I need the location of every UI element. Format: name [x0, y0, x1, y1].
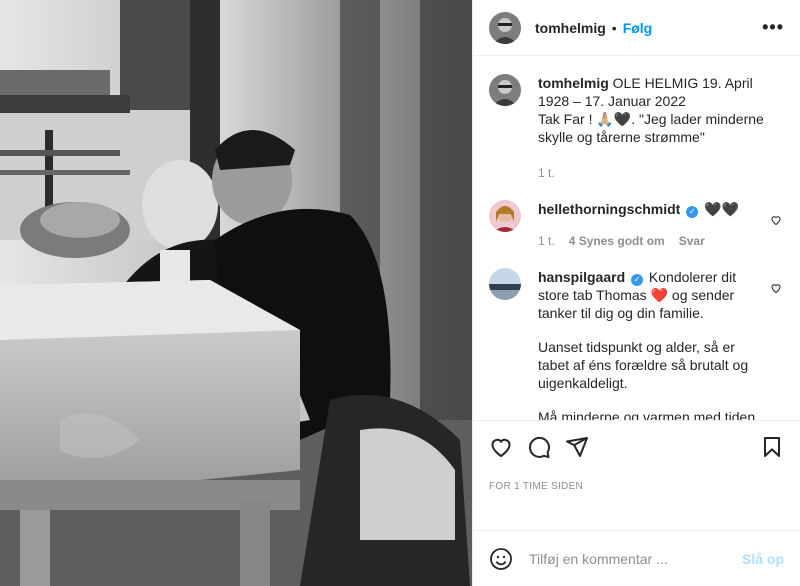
post-side-panel: tomhelmig • Følg ••• tomhelmig OLE HELMI…: [472, 0, 800, 586]
comments-list[interactable]: tomhelmig OLE HELMIG 19. April 1928 – 17…: [473, 56, 800, 420]
comment-item: hellethorningschmidt ✓ 🖤🖤 1 t. 4 Synes g…: [489, 200, 784, 250]
add-comment-bar: Slå op: [473, 530, 800, 586]
author-username[interactable]: tomhelmig: [535, 20, 606, 36]
caption-username[interactable]: tomhelmig: [538, 75, 609, 91]
reply-button[interactable]: Svar: [679, 232, 705, 250]
comment-input[interactable]: [529, 550, 742, 567]
comment-text: 🖤🖤: [704, 201, 739, 217]
caption-text-line2: Tak Far ! 🙏🏼🖤. "Jeg lader minderne skyll…: [538, 111, 764, 145]
comment-username[interactable]: hellethorningschmidt: [538, 201, 680, 217]
comment-time[interactable]: 1 t.: [538, 232, 555, 250]
post-header: tomhelmig • Følg •••: [473, 0, 800, 56]
share-paper-plane-icon[interactable]: [565, 435, 589, 459]
post-time-ago[interactable]: FOR 1 TIME SIDEN: [489, 481, 784, 492]
red-heart-emoji-icon: ❤️: [650, 287, 669, 303]
emoji-smiley-icon[interactable]: [489, 547, 513, 571]
post-actions: FOR 1 TIME SIDEN: [473, 420, 800, 530]
comment-body: hanspilgaard ✓ Kondolerer dit store tab …: [538, 268, 784, 420]
author-avatar[interactable]: [489, 11, 521, 44]
follow-button[interactable]: Følg: [623, 20, 653, 36]
comment-likes[interactable]: 4 Synes godt om: [569, 232, 665, 250]
comment-body: hellethorningschmidt ✓ 🖤🖤 1 t. 4 Synes g…: [538, 200, 784, 250]
post-viewer: tomhelmig • Følg ••• tomhelmig OLE HELMI…: [0, 0, 800, 586]
commenter-avatar[interactable]: [489, 200, 521, 232]
comment-bubble-icon[interactable]: [527, 435, 551, 459]
comment-paragraph: Uanset tidspunkt og alder, så er tabet a…: [538, 339, 749, 391]
post-photo[interactable]: [0, 0, 472, 586]
like-comment-heart-icon[interactable]: [770, 214, 782, 226]
comment-paragraph: Må minderne og varmen med tiden overskyg…: [538, 409, 756, 420]
caption: tomhelmig OLE HELMIG 19. April 1928 – 17…: [489, 74, 784, 182]
black-white-piano-photo: [0, 0, 472, 586]
more-options-icon[interactable]: •••: [762, 17, 784, 38]
verified-badge-icon: ✓: [631, 274, 644, 286]
save-bookmark-icon[interactable]: [760, 435, 784, 459]
caption-time[interactable]: 1 t.: [538, 164, 555, 182]
comment-item: hanspilgaard ✓ Kondolerer dit store tab …: [489, 268, 784, 420]
caption-body: tomhelmig OLE HELMIG 19. April 1928 – 17…: [538, 74, 784, 182]
post-comment-button[interactable]: Slå op: [742, 551, 784, 567]
separator-dot: •: [611, 19, 617, 36]
like-comment-heart-icon[interactable]: [770, 282, 782, 294]
comment-username[interactable]: hanspilgaard: [538, 269, 625, 285]
like-heart-icon[interactable]: [489, 435, 513, 459]
caption-avatar[interactable]: [489, 74, 521, 106]
verified-badge-icon: ✓: [686, 206, 699, 218]
commenter-avatar[interactable]: [489, 268, 521, 300]
